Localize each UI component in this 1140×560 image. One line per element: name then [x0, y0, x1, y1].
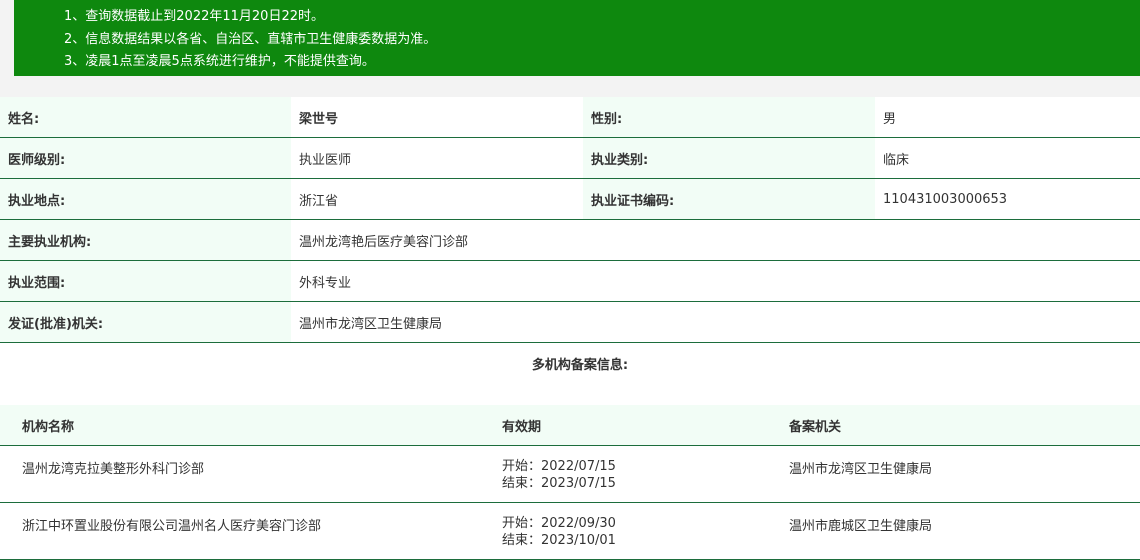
row-org-name: 浙江中环置业股份有限公司温州名人医疗美容门诊部	[22, 519, 322, 534]
scope-value: 外科专业	[291, 261, 1140, 301]
cert-label: 执业证书编码:	[583, 179, 875, 219]
info-row-level: 医师级别: 执业医师 执业类别: 临床	[0, 138, 1140, 179]
level-value: 执业医师	[291, 138, 583, 178]
header-authority: 备案机关	[789, 419, 842, 435]
multi-org-header: 机构名称 有效期 备案机关	[0, 405, 1140, 446]
row-start-date: 开始：2022/07/15	[502, 459, 616, 474]
row-end-date: 结束：2023/10/01	[502, 533, 616, 548]
header-org-name: 机构名称	[22, 419, 75, 435]
doctor-info-table: 姓名: 梁世号 性别: 男 医师级别: 执业医师 执业类别: 临床 执业地点: …	[0, 97, 1140, 560]
name-label: 姓名:	[0, 97, 291, 137]
info-row-scope: 执业范围: 外科专业	[0, 261, 1140, 302]
table-row: 温州龙湾克拉美整形外科门诊部 开始：2022/07/15 结束：2023/07/…	[0, 446, 1140, 503]
row-end-date: 结束：2023/07/15	[502, 476, 616, 491]
category-value: 临床	[875, 138, 1140, 178]
row-org-name: 温州龙湾克拉美整形外科门诊部	[22, 462, 205, 477]
gender-value: 男	[875, 97, 1140, 137]
row-authority: 温州市鹿城区卫生健康局	[789, 519, 933, 534]
scope-label: 执业范围:	[0, 261, 291, 301]
notice-line-2: 2、信息数据结果以各省、自治区、直辖市卫生健康委数据为准。	[64, 31, 437, 47]
row-validity: 开始：2022/09/30 结束：2023/10/01	[502, 503, 789, 559]
location-value: 浙江省	[291, 179, 583, 219]
info-row-org: 主要执业机构: 温州龙湾艳后医疗美容门诊部	[0, 220, 1140, 261]
row-start-date: 开始：2022/09/30	[502, 516, 616, 531]
multi-org-title: 多机构备案信息:	[531, 358, 629, 373]
row-authority: 温州市龙湾区卫生健康局	[789, 462, 933, 477]
org-label: 主要执业机构:	[0, 220, 291, 260]
category-label: 执业类别:	[583, 138, 875, 178]
table-row: 浙江中环置业股份有限公司温州名人医疗美容门诊部 开始：2022/09/30 结束…	[0, 503, 1140, 560]
issuer-label: 发证(批准)机关:	[0, 302, 291, 342]
info-row-issuer: 发证(批准)机关: 温州市龙湾区卫生健康局	[0, 302, 1140, 343]
header-validity: 有效期	[502, 419, 542, 435]
gender-label: 性别:	[583, 97, 875, 137]
notice-area: 1、查询数据截止到2022年11月20日22时。 2、信息数据结果以各省、自治区…	[0, 0, 1140, 97]
org-value: 温州龙湾艳后医疗美容门诊部	[291, 220, 1140, 260]
cert-value: 110431003000653	[875, 179, 1140, 219]
notice-line-1: 1、查询数据截止到2022年11月20日22时。	[64, 9, 324, 24]
row-validity: 开始：2022/07/15 结束：2023/07/15	[502, 446, 789, 502]
notice-banner: 1、查询数据截止到2022年11月20日22时。 2、信息数据结果以各省、自治区…	[14, 0, 1140, 76]
info-row-name: 姓名: 梁世号 性别: 男	[0, 97, 1140, 138]
info-row-location: 执业地点: 浙江省 执业证书编码: 110431003000653	[0, 179, 1140, 220]
notice-line-3: 3、凌晨1点至凌晨5点系统进行维护，不能提供查询。	[64, 54, 375, 69]
name-value: 梁世号	[291, 97, 583, 137]
issuer-value: 温州市龙湾区卫生健康局	[291, 302, 1140, 342]
location-label: 执业地点:	[0, 179, 291, 219]
level-label: 医师级别:	[0, 138, 291, 178]
